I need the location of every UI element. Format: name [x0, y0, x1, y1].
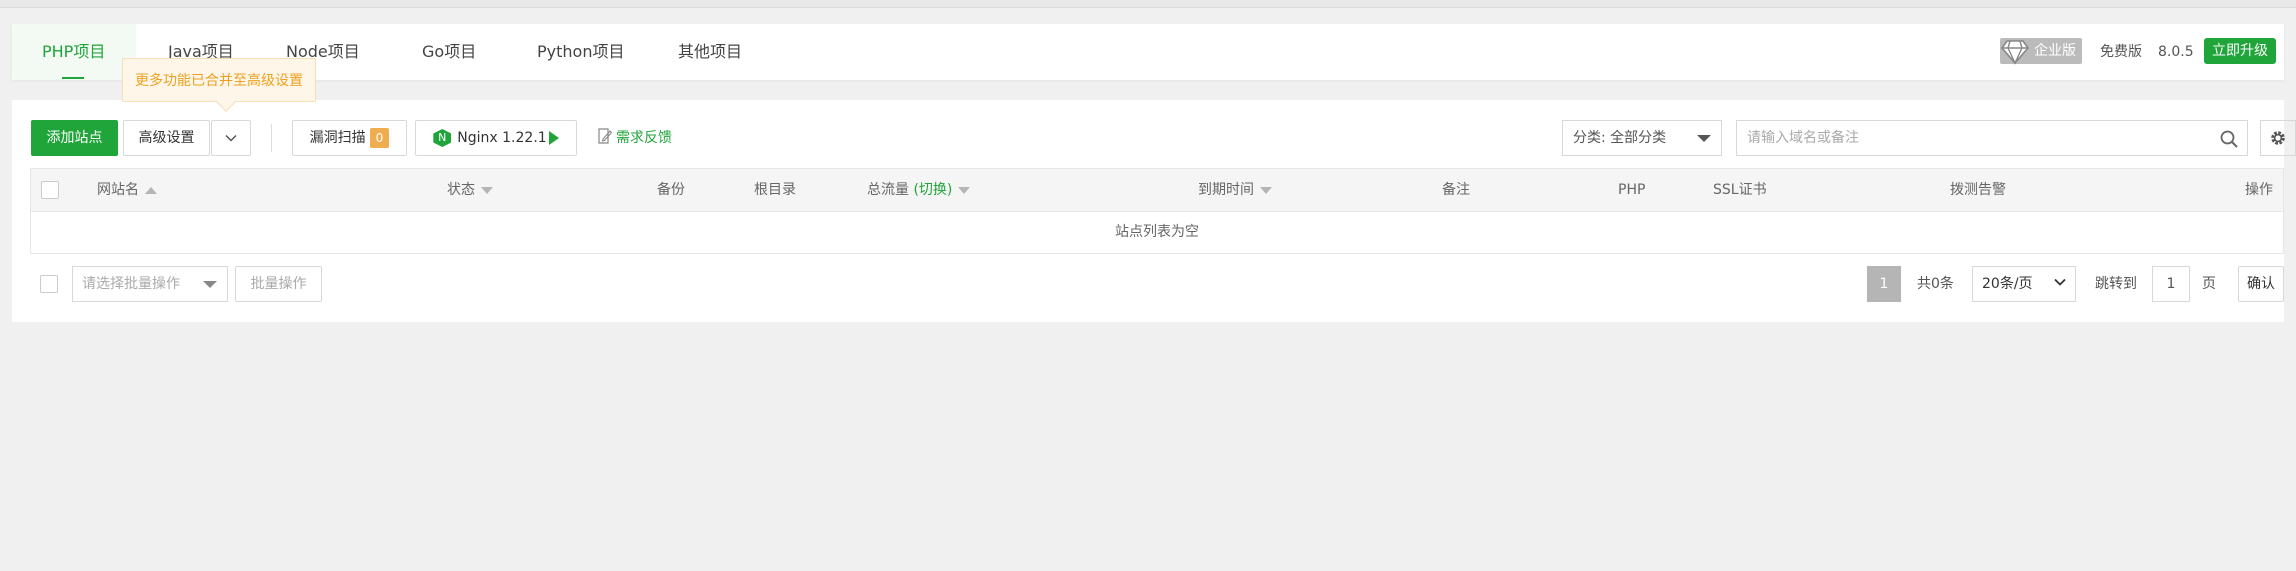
sort-asc-icon [145, 186, 157, 194]
col-label: 状态 [447, 182, 475, 198]
enterprise-badge[interactable]: 企业版 [2000, 38, 2082, 65]
diamond-icon [2000, 36, 2030, 75]
traffic-switch-link[interactable]: (切换) [913, 182, 952, 198]
advanced-settings-button[interactable]: 高级设置 [123, 120, 210, 156]
active-underline [62, 77, 84, 79]
vuln-count-badge: 0 [369, 128, 390, 148]
batch-action-button[interactable]: 批量操作 [235, 266, 322, 302]
jump-page-input[interactable]: 1 [2152, 266, 2190, 302]
feedback-link[interactable]: 需求反馈 [598, 120, 672, 156]
sort-desc-icon [958, 186, 971, 194]
tab-php[interactable]: PHP项目 [12, 24, 136, 80]
nginx-version: Nginx 1.22.1 [457, 130, 547, 146]
tooltip-text: 更多功能已合并至高级设置 [135, 73, 303, 89]
version-label: 8.0.5 [2158, 44, 2194, 60]
col-actions: 操作 [2245, 182, 2273, 198]
col-label: 总流量 [867, 182, 909, 198]
toolbar-divider [271, 124, 272, 152]
project-tabs: PHP项目 Java项目 Node项目 Go项目 Python项目 其他项目 企… [12, 24, 2284, 80]
col-traffic[interactable]: 总流量 (切换) [867, 169, 971, 211]
caret-down-icon [1697, 135, 1711, 142]
edition-label: 企业版 [2034, 43, 2076, 59]
col-site-name[interactable]: 网站名 [97, 169, 157, 211]
chevron-down-icon [225, 134, 237, 142]
tab-python[interactable]: Python项目 [537, 24, 624, 80]
page-size-value: 20条/页 [1982, 276, 2033, 292]
jump-label: 跳转到 [2095, 276, 2137, 292]
tab-label: Python项目 [537, 42, 625, 61]
edit-doc-icon [598, 128, 613, 144]
col-root-dir: 根目录 [754, 182, 796, 198]
search-icon[interactable] [2219, 128, 2239, 162]
footer-select-all-checkbox[interactable] [40, 275, 58, 293]
current-page-button[interactable]: 1 [1867, 266, 1901, 302]
play-icon [548, 131, 559, 145]
table-header: 网站名 状态 备份 根目录 总流量 (切换) 到期时间 备注 PHP SSL证书… [30, 168, 2284, 212]
select-all-checkbox[interactable] [41, 181, 59, 199]
advanced-settings-tooltip: 更多功能已合并至高级设置 [122, 58, 316, 112]
nginx-icon: N [433, 129, 452, 147]
nginx-button[interactable]: N Nginx 1.22.1 [415, 120, 577, 156]
tab-other[interactable]: 其他项目 [678, 24, 742, 80]
top-strip [0, 0, 2296, 8]
confirm-jump-button[interactable]: 确认 [2238, 266, 2284, 302]
tab-go[interactable]: Go项目 [422, 24, 476, 80]
chevron-down-icon [2054, 278, 2066, 286]
total-count: 共0条 [1917, 276, 1954, 292]
add-site-button[interactable]: 添加站点 [31, 120, 118, 156]
search-placeholder: 请输入域名或备注 [1747, 130, 1859, 146]
col-label: 到期时间 [1198, 182, 1254, 198]
empty-table-row: 站点列表为空 [30, 212, 2284, 254]
sort-desc-icon [481, 186, 493, 194]
col-ssl: SSL证书 [1713, 182, 1767, 198]
batch-placeholder: 请选择批量操作 [82, 276, 180, 292]
col-label: 网站名 [97, 182, 139, 198]
col-remark: 备注 [1442, 182, 1470, 198]
plan-label: 免费版 [2100, 44, 2142, 60]
col-php: PHP [1618, 182, 1646, 198]
vuln-scan-button[interactable]: 漏洞扫描 0 [292, 120, 407, 156]
advanced-dropdown-toggle[interactable] [211, 120, 251, 156]
tab-label: 其他项目 [678, 42, 743, 61]
page-unit-label: 页 [2202, 276, 2216, 292]
search-input[interactable]: 请输入域名或备注 [1736, 120, 2248, 156]
tab-label: PHP项目 [42, 42, 106, 61]
col-expiry[interactable]: 到期时间 [1198, 169, 1272, 211]
gear-icon [2271, 131, 2285, 145]
col-alert: 拨测告警 [1950, 182, 2006, 198]
settings-button[interactable] [2260, 120, 2296, 156]
tab-label: Go项目 [422, 42, 477, 61]
site-panel: 添加站点 高级设置 漏洞扫描 0 N Nginx 1.22.1 需求反馈 分类: 全… [12, 100, 2296, 322]
feedback-label: 需求反馈 [616, 130, 672, 146]
caret-down-icon [203, 281, 217, 288]
category-select[interactable]: 分类: 全部分类 [1562, 120, 1722, 156]
category-value: 分类: 全部分类 [1573, 130, 1667, 146]
batch-action-select[interactable]: 请选择批量操作 [72, 266, 228, 302]
col-backup: 备份 [657, 182, 685, 198]
page-size-select[interactable]: 20条/页 [1972, 266, 2076, 302]
upgrade-button[interactable]: 立即升级 [2204, 38, 2276, 64]
sort-desc-icon [1260, 186, 1272, 194]
vuln-scan-label: 漏洞扫描 [309, 130, 366, 146]
col-status[interactable]: 状态 [447, 169, 493, 211]
